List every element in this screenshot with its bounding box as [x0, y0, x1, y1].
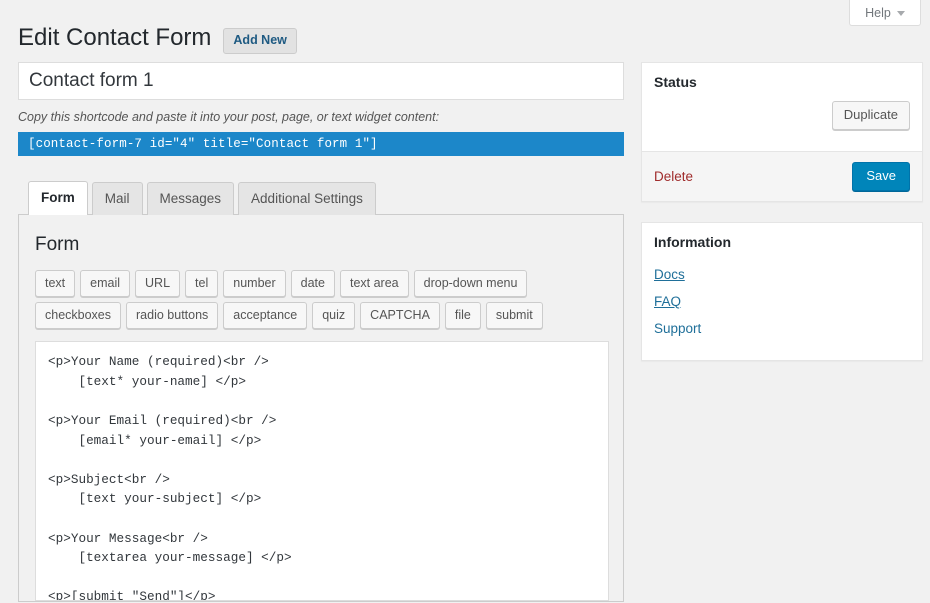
- help-tab-label: Help: [865, 5, 891, 20]
- form-code-textarea[interactable]: <p>Your Name (required)<br /> [text* you…: [35, 341, 609, 602]
- docs-link[interactable]: Docs: [654, 265, 685, 286]
- tag-generator-buttons: text email URL tel number date text area…: [35, 269, 597, 330]
- tag-button-radio-buttons[interactable]: radio buttons: [126, 301, 219, 330]
- page-header: Edit Contact Form Add New: [18, 16, 297, 59]
- delete-link[interactable]: Delete: [654, 169, 693, 184]
- tab-form[interactable]: Form: [28, 180, 88, 216]
- shortcode-input[interactable]: [18, 131, 624, 156]
- tag-button-number[interactable]: number: [223, 269, 286, 297]
- main-column: Copy this shortcode and paste it into yo…: [18, 62, 624, 603]
- panel-heading: Form: [35, 234, 80, 256]
- tag-button-file[interactable]: file: [444, 301, 481, 330]
- information-box-body: Docs FAQ Support: [642, 255, 922, 360]
- tag-button-checkboxes[interactable]: checkboxes: [35, 301, 122, 330]
- form-title-input[interactable]: [18, 62, 624, 100]
- faq-link[interactable]: FAQ: [654, 292, 681, 313]
- form-panel: Form text email URL tel number date text…: [18, 214, 624, 603]
- tag-button-acceptance[interactable]: acceptance: [223, 301, 308, 330]
- page-title: Edit Contact Form: [18, 24, 212, 51]
- tag-button-email[interactable]: email: [80, 269, 131, 297]
- admin-page: Help Edit Contact Form Add New Copy this…: [0, 0, 930, 603]
- save-button[interactable]: Save: [852, 161, 910, 192]
- information-box-title: Information: [654, 234, 731, 251]
- status-box-body: Duplicate: [642, 95, 922, 151]
- status-box: Status Duplicate Delete Save: [641, 62, 923, 203]
- duplicate-button[interactable]: Duplicate: [831, 100, 910, 131]
- tag-button-tel[interactable]: tel: [185, 269, 219, 297]
- information-box: Information Docs FAQ Support: [641, 222, 923, 361]
- tag-button-date[interactable]: date: [290, 269, 335, 297]
- status-box-footer: Delete Save: [642, 150, 922, 202]
- contact-form-tabs: Form Mail Messages Additional Settings: [18, 180, 624, 216]
- tag-button-submit[interactable]: submit: [485, 301, 543, 330]
- support-link[interactable]: Support: [654, 319, 701, 340]
- tag-button-text[interactable]: text: [35, 269, 76, 297]
- help-tab[interactable]: Help: [849, 0, 921, 26]
- chevron-down-icon: [896, 11, 905, 16]
- add-new-button[interactable]: Add New: [223, 27, 297, 54]
- status-box-title: Status: [654, 74, 697, 90]
- tab-additional-settings[interactable]: Additional Settings: [238, 181, 376, 216]
- sidebar-column: Status Duplicate Delete Save Information…: [641, 62, 923, 381]
- tag-button-drop-down-menu[interactable]: drop-down menu: [413, 269, 528, 297]
- tag-button-quiz[interactable]: quiz: [312, 301, 356, 330]
- tag-button-captcha[interactable]: CAPTCHA: [360, 301, 440, 330]
- tag-button-url[interactable]: URL: [135, 269, 181, 297]
- tab-messages[interactable]: Messages: [146, 181, 235, 216]
- tab-mail[interactable]: Mail: [91, 181, 143, 216]
- shortcode-description: Copy this shortcode and paste it into yo…: [18, 110, 440, 124]
- tag-button-text-area[interactable]: text area: [339, 269, 409, 297]
